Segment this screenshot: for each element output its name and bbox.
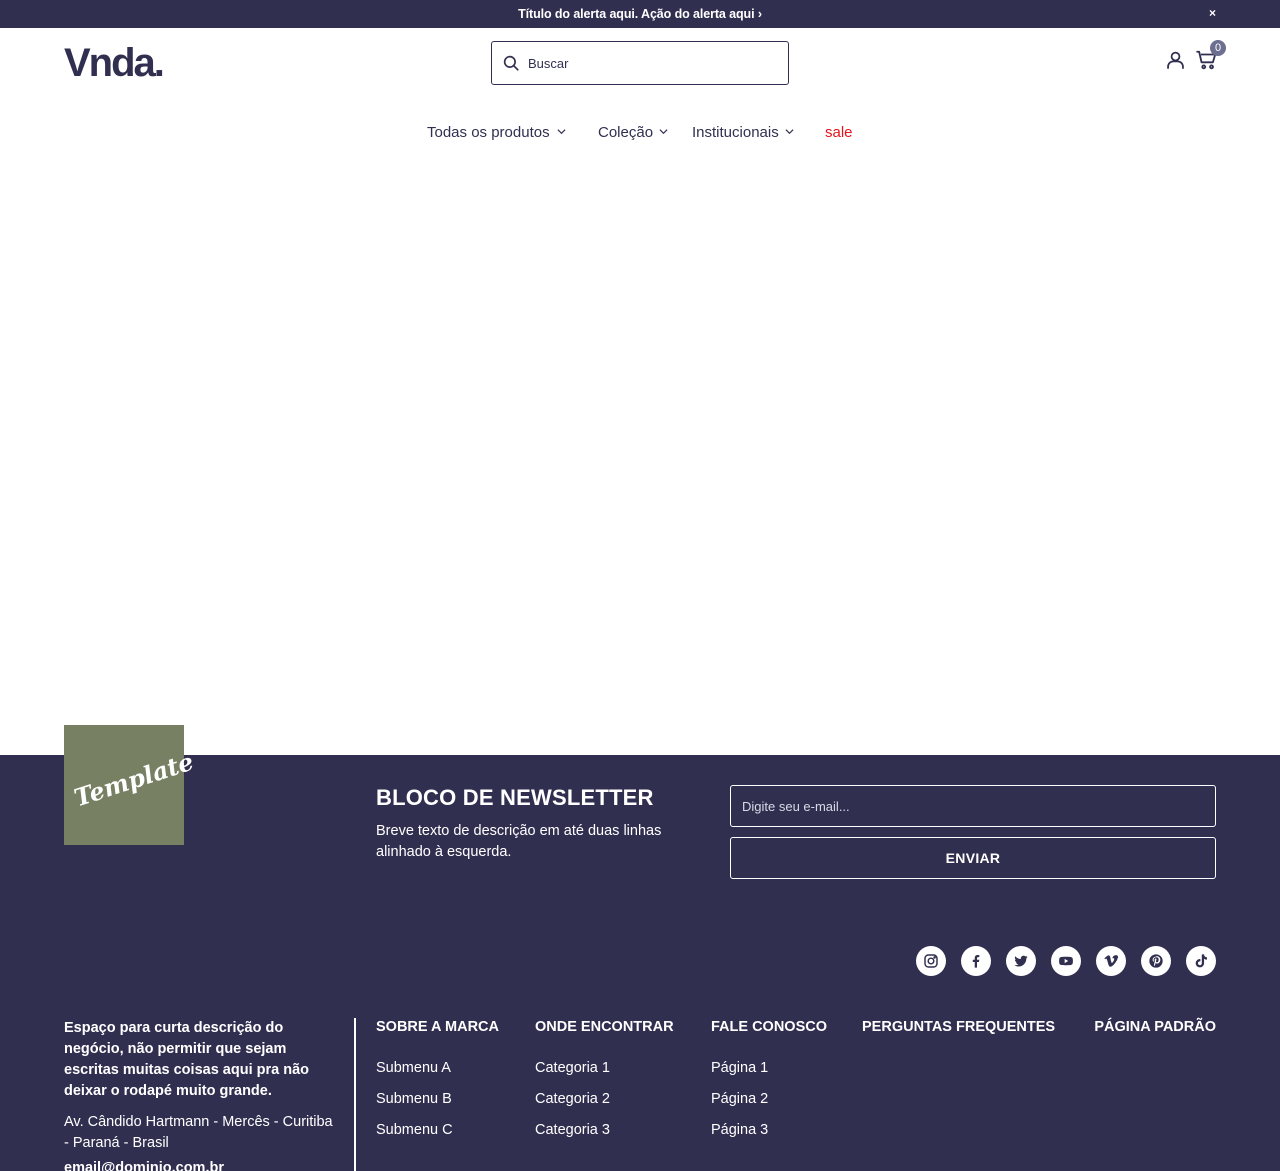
chevron-down-icon — [659, 129, 668, 135]
footer-column-title[interactable]: PÁGINA PADRÃO — [1094, 1019, 1216, 1035]
footer-link[interactable]: Categoria 2 — [535, 1091, 610, 1107]
footer-column-title[interactable]: PERGUNTAS FREQUENTES — [862, 1019, 1055, 1035]
cart-count-badge: 0 — [1210, 40, 1226, 56]
footer-link[interactable]: Submenu B — [376, 1091, 452, 1107]
vimeo-icon[interactable] — [1096, 946, 1126, 976]
footer-divider — [354, 1018, 356, 1171]
business-description: Espaço para curta descrição do negócio, … — [64, 1020, 309, 1099]
footer-column-title: SOBRE A MARCA — [376, 1019, 499, 1035]
nav-item-sale[interactable]: sale — [825, 124, 853, 141]
address: Av. Cândido Hartmann - Mercês - Curitiba… — [64, 1114, 333, 1151]
close-icon[interactable]: × — [1209, 6, 1216, 20]
facebook-icon[interactable] — [961, 946, 991, 976]
footer-link[interactable]: Submenu A — [376, 1060, 451, 1076]
newsletter-submit-button[interactable]: ENVIAR — [730, 837, 1216, 879]
nav-item-label: Coleção — [598, 124, 654, 141]
footer-link[interactable]: Página 3 — [711, 1122, 768, 1138]
nav-item-todos-produtos[interactable]: Todas os produtos — [427, 124, 566, 141]
nav-item-label: Todas os produtos — [427, 124, 550, 141]
footer-link[interactable]: Categoria 3 — [535, 1122, 610, 1138]
footer-column-title: FALE CONOSCO — [711, 1019, 828, 1035]
main-nav: Todas os produtos Coleção Institucionais… — [0, 124, 1280, 146]
badge-text: Template — [70, 746, 198, 813]
pinterest-icon[interactable] — [1141, 946, 1171, 976]
chevron-down-icon — [557, 129, 566, 135]
newsletter-email-input[interactable] — [730, 785, 1216, 827]
search-icon[interactable] — [502, 54, 520, 72]
twitter-icon[interactable] — [1006, 946, 1036, 976]
newsletter-description: Breve texto de descrição em até duas lin… — [376, 823, 662, 860]
contact-email[interactable]: email@dominio.com.br — [64, 1160, 224, 1171]
template-badge: Template — [64, 725, 197, 845]
footer-link[interactable]: Submenu C — [376, 1122, 453, 1138]
youtube-icon[interactable] — [1051, 946, 1081, 976]
footer-link[interactable]: Categoria 1 — [535, 1060, 610, 1076]
nav-item-colecao[interactable]: Coleção — [598, 124, 668, 141]
chevron-down-icon — [785, 129, 794, 135]
search-box — [491, 41, 789, 85]
user-icon[interactable] — [1165, 49, 1186, 71]
alert-bar: Título do alerta aqui. Ação do alerta aq… — [0, 0, 1280, 28]
logo[interactable]: Vnda. — [64, 39, 165, 87]
footer-link[interactable]: Página 1 — [711, 1060, 768, 1076]
nav-item-label: Institucionais — [692, 124, 779, 141]
newsletter-title: BLOCO DE NEWSLETTER — [376, 785, 654, 810]
instagram-icon[interactable] — [916, 946, 946, 976]
footer-column-title: ONDE ENCONTRAR — [535, 1019, 674, 1035]
nav-item-institucionais[interactable]: Institucionais — [692, 124, 794, 141]
footer-link[interactable]: Página 2 — [711, 1091, 768, 1107]
tiktok-icon[interactable] — [1186, 946, 1216, 976]
alert-text[interactable]: Título do alerta aqui. Ação do alerta aq… — [0, 7, 1280, 21]
search-input[interactable] — [528, 52, 778, 74]
